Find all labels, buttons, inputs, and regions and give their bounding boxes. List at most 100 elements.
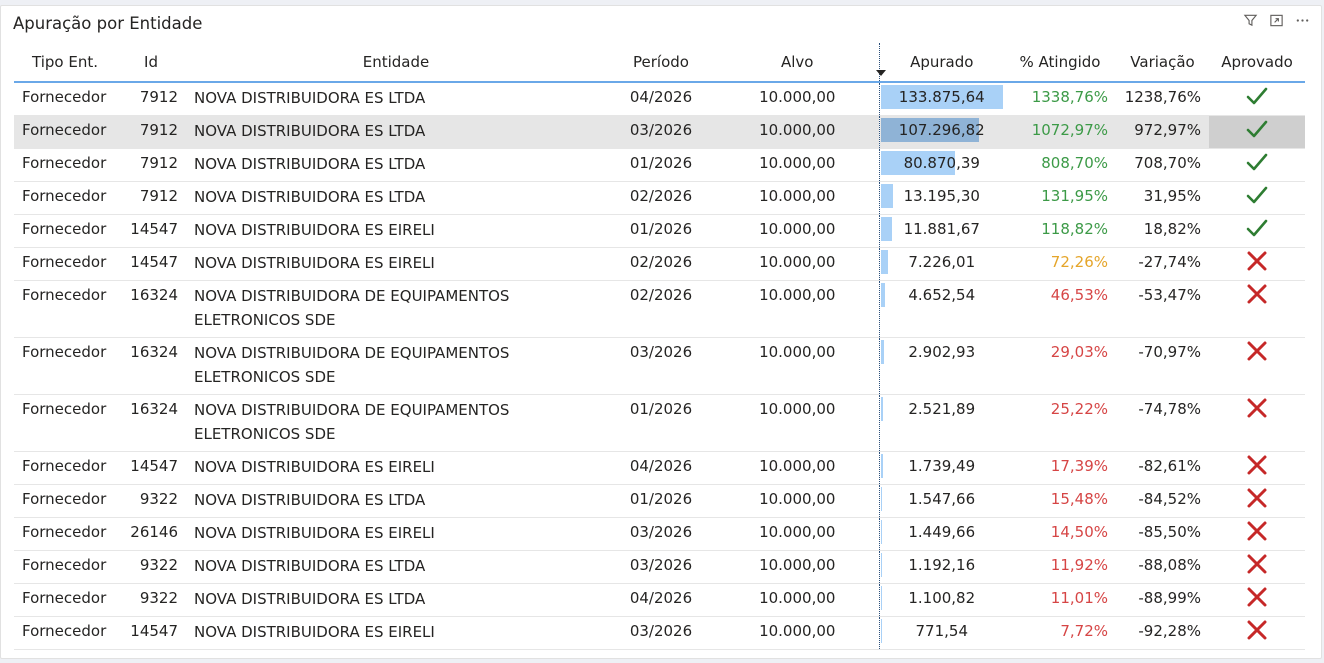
- cell-apurado[interactable]: 2.521,89: [878, 394, 1004, 452]
- cell-entidade[interactable]: NOVA DISTRIBUIDORA ES EIRELI: [186, 616, 606, 650]
- cell-tipo[interactable]: Fornecedor: [14, 181, 116, 215]
- cell-tipo[interactable]: Fornecedor: [14, 115, 116, 149]
- column-header-tipo[interactable]: Tipo Ent.: [14, 43, 116, 83]
- cell-aprovado[interactable]: [1209, 214, 1305, 248]
- cell-entidade[interactable]: NOVA DISTRIBUIDORA ES LTDA: [186, 82, 606, 116]
- more-options-icon[interactable]: [1293, 11, 1311, 29]
- cell-alvo[interactable]: 10.000,00: [716, 214, 879, 248]
- cell-apurado[interactable]: 1.547,66: [878, 484, 1004, 518]
- table-row[interactable]: Fornecedor 9322 NOVA DISTRIBUIDORA ES LTDA…: [14, 484, 1305, 518]
- cell-id[interactable]: 9322: [116, 550, 186, 584]
- column-header-apurado[interactable]: Apurado: [876, 43, 1004, 83]
- cell-id[interactable]: 14547: [116, 616, 186, 650]
- cell-apurado[interactable]: 1.100,82: [878, 583, 1004, 617]
- cell-periodo[interactable]: 04/2026: [606, 451, 716, 485]
- cell-tipo[interactable]: Fornecedor: [14, 451, 116, 485]
- cell-tipo[interactable]: Fornecedor: [14, 82, 116, 116]
- cell-periodo[interactable]: 03/2026: [606, 337, 716, 395]
- cell-id[interactable]: 9322: [116, 583, 186, 617]
- column-header-periodo[interactable]: Período: [606, 43, 716, 83]
- cell-variacao[interactable]: -74,78%: [1116, 394, 1209, 452]
- cell-aprovado[interactable]: [1209, 247, 1305, 281]
- table-row[interactable]: Fornecedor 16324 NOVA DISTRIBUIDORA DE EQU…: [14, 394, 1305, 452]
- cell-aprovado[interactable]: [1209, 148, 1305, 182]
- cell-apurado[interactable]: 1.192,16: [878, 550, 1004, 584]
- cell-tipo[interactable]: Fornecedor: [14, 247, 116, 281]
- cell-periodo[interactable]: 02/2026: [606, 280, 716, 338]
- filter-icon[interactable]: [1241, 11, 1259, 29]
- cell-alvo[interactable]: 10.000,00: [716, 280, 879, 338]
- cell-aprovado[interactable]: [1209, 583, 1305, 617]
- table-row[interactable]: Fornecedor 7912 NOVA DISTRIBUIDORA ES LTDA…: [14, 82, 1305, 116]
- expand-icon[interactable]: [1267, 11, 1285, 29]
- cell-variacao[interactable]: 31,95%: [1116, 181, 1209, 215]
- cell-atingido[interactable]: 46,53%: [1004, 280, 1116, 338]
- cell-periodo[interactable]: 02/2026: [606, 181, 716, 215]
- cell-tipo[interactable]: Fornecedor: [14, 616, 116, 650]
- cell-id[interactable]: 7912: [116, 82, 186, 116]
- cell-entidade[interactable]: NOVA DISTRIBUIDORA ES LTDA: [186, 484, 606, 518]
- table-row[interactable]: Fornecedor 14547 NOVA DISTRIBUIDORA ES EIR…: [14, 214, 1305, 248]
- cell-aprovado[interactable]: [1209, 517, 1305, 551]
- cell-alvo[interactable]: 10.000,00: [716, 115, 879, 149]
- cell-periodo[interactable]: 03/2026: [606, 616, 716, 650]
- table-row[interactable]: Fornecedor 16324 NOVA DISTRIBUIDORA DE EQU…: [14, 280, 1305, 338]
- cell-periodo[interactable]: 03/2026: [606, 550, 716, 584]
- cell-id[interactable]: 26146: [116, 517, 186, 551]
- cell-variacao[interactable]: 1238,76%: [1116, 82, 1209, 116]
- cell-aprovado[interactable]: [1209, 394, 1305, 452]
- cell-alvo[interactable]: 10.000,00: [716, 148, 879, 182]
- table-row[interactable]: Fornecedor 9322 NOVA DISTRIBUIDORA ES LTDA…: [14, 550, 1305, 584]
- cell-tipo[interactable]: Fornecedor: [14, 148, 116, 182]
- cell-variacao[interactable]: -53,47%: [1116, 280, 1209, 338]
- cell-aprovado[interactable]: [1209, 115, 1305, 149]
- cell-periodo[interactable]: 04/2026: [606, 82, 716, 116]
- cell-aprovado[interactable]: [1209, 550, 1305, 584]
- cell-atingido[interactable]: 25,22%: [1004, 394, 1116, 452]
- table-row[interactable]: Fornecedor 7912 NOVA DISTRIBUIDORA ES LTDA…: [14, 148, 1305, 182]
- cell-tipo[interactable]: Fornecedor: [14, 517, 116, 551]
- cell-apurado[interactable]: 80.870,39: [878, 148, 1004, 182]
- cell-entidade[interactable]: NOVA DISTRIBUIDORA ES LTDA: [186, 181, 606, 215]
- cell-aprovado[interactable]: [1209, 616, 1305, 650]
- cell-atingido[interactable]: 11,01%: [1004, 583, 1116, 617]
- cell-apurado[interactable]: 107.296,82: [878, 115, 1004, 149]
- cell-atingido[interactable]: 808,70%: [1004, 148, 1116, 182]
- cell-periodo[interactable]: 01/2026: [606, 394, 716, 452]
- cell-entidade[interactable]: NOVA DISTRIBUIDORA ES LTDA: [186, 115, 606, 149]
- cell-atingido[interactable]: 131,95%: [1004, 181, 1116, 215]
- cell-periodo[interactable]: 04/2026: [606, 583, 716, 617]
- cell-tipo[interactable]: Fornecedor: [14, 280, 116, 338]
- cell-atingido[interactable]: 14,50%: [1004, 517, 1116, 551]
- cell-tipo[interactable]: Fornecedor: [14, 214, 116, 248]
- table-row[interactable]: Fornecedor 14547 NOVA DISTRIBUIDORA ES EIR…: [14, 247, 1305, 281]
- cell-apurado[interactable]: 11.881,67: [878, 214, 1004, 248]
- cell-entidade[interactable]: NOVA DISTRIBUIDORA ES LTDA: [186, 550, 606, 584]
- cell-aprovado[interactable]: [1209, 280, 1305, 338]
- cell-alvo[interactable]: 10.000,00: [716, 181, 879, 215]
- cell-variacao[interactable]: -70,97%: [1116, 337, 1209, 395]
- cell-entidade[interactable]: NOVA DISTRIBUIDORA ES EIRELI: [186, 214, 606, 248]
- cell-tipo[interactable]: Fornecedor: [14, 337, 116, 395]
- cell-apurado[interactable]: 13.195,30: [878, 181, 1004, 215]
- cell-variacao[interactable]: -82,61%: [1116, 451, 1209, 485]
- cell-variacao[interactable]: -88,08%: [1116, 550, 1209, 584]
- cell-apurado[interactable]: 1.739,49: [878, 451, 1004, 485]
- cell-entidade[interactable]: NOVA DISTRIBUIDORA ES EIRELI: [186, 517, 606, 551]
- cell-variacao[interactable]: 18,82%: [1116, 214, 1209, 248]
- cell-entidade[interactable]: NOVA DISTRIBUIDORA DE EQUIPAMENTOS ELETR…: [186, 394, 606, 452]
- cell-atingido[interactable]: 1072,97%: [1004, 115, 1116, 149]
- cell-periodo[interactable]: 01/2026: [606, 484, 716, 518]
- cell-alvo[interactable]: 10.000,00: [716, 337, 879, 395]
- cell-aprovado[interactable]: [1209, 181, 1305, 215]
- cell-aprovado[interactable]: [1209, 82, 1305, 116]
- cell-alvo[interactable]: 10.000,00: [716, 616, 879, 650]
- cell-aprovado[interactable]: [1209, 484, 1305, 518]
- cell-apurado[interactable]: 771,54: [878, 616, 1004, 650]
- cell-periodo[interactable]: 03/2026: [606, 115, 716, 149]
- column-header-id[interactable]: Id: [116, 43, 186, 83]
- cell-variacao[interactable]: -92,28%: [1116, 616, 1209, 650]
- cell-variacao[interactable]: 972,97%: [1116, 115, 1209, 149]
- cell-id[interactable]: 16324: [116, 337, 186, 395]
- cell-alvo[interactable]: 10.000,00: [716, 550, 879, 584]
